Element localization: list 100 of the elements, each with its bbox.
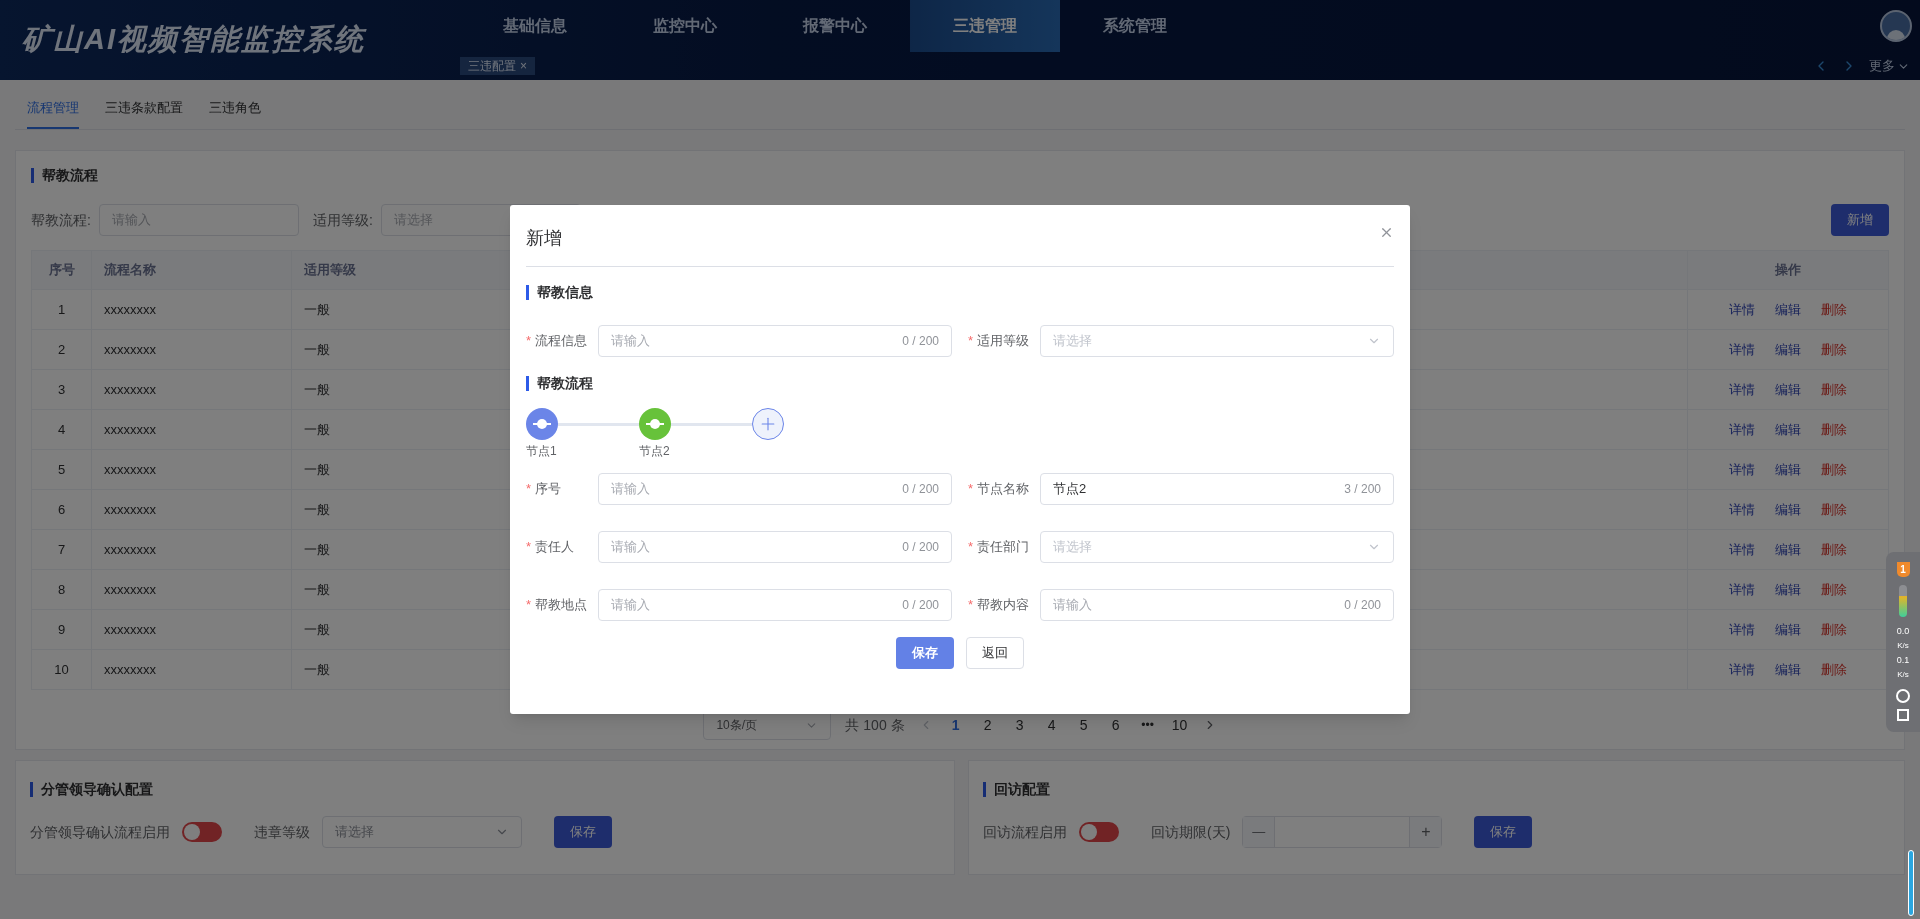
field-label: 流程信息 xyxy=(535,332,588,351)
action-link[interactable]: 详情 xyxy=(1729,459,1755,480)
action-link[interactable]: 编辑 xyxy=(1775,339,1801,360)
column-header: 序号 xyxy=(32,251,92,289)
action-link[interactable]: 编辑 xyxy=(1775,299,1801,320)
select-field[interactable]: 请选择 xyxy=(1040,531,1394,563)
input-field[interactable]: 请输入 0 / 200 xyxy=(598,589,952,621)
input-field[interactable]: 请输入 0 / 200 xyxy=(598,473,952,505)
nav-tab[interactable]: 系统管理 xyxy=(1060,0,1210,52)
close-icon[interactable] xyxy=(1379,225,1394,240)
table-cell: xxxxxxxx xyxy=(92,410,292,449)
delete-link[interactable]: 删除 xyxy=(1821,379,1847,400)
speed-unit: K/s xyxy=(1897,671,1909,679)
table-cell: xxxxxxxx xyxy=(92,490,292,529)
toggle-switch[interactable] xyxy=(182,822,222,842)
action-link[interactable]: 编辑 xyxy=(1775,379,1801,400)
more-pages[interactable]: ••• xyxy=(1138,716,1157,734)
action-link[interactable]: 编辑 xyxy=(1775,419,1801,440)
input-field[interactable]: 请输入 0 / 200 xyxy=(598,531,952,563)
delete-link[interactable]: 删除 xyxy=(1821,619,1847,640)
delete-link[interactable]: 删除 xyxy=(1821,419,1847,440)
table-cell: xxxxxxxx xyxy=(92,290,292,329)
select-placeholder: 请选择 xyxy=(1053,332,1092,351)
action-link[interactable]: 详情 xyxy=(1729,619,1755,640)
filter-label: 帮教流程: xyxy=(31,210,91,230)
column-header: 流程名称 xyxy=(92,251,292,289)
page-tab[interactable]: 三违角色 xyxy=(209,97,261,129)
action-link[interactable]: 详情 xyxy=(1729,299,1755,320)
save-button[interactable]: 保存 xyxy=(1474,816,1533,848)
column-header: 操作 xyxy=(1774,261,1802,280)
total-count: 共 100 条 xyxy=(845,715,905,735)
back-button[interactable]: 返回 xyxy=(966,637,1024,669)
action-link[interactable]: 编辑 xyxy=(1775,459,1801,480)
page-number[interactable]: 5 xyxy=(1074,714,1093,736)
switch-label: 分管领导确认流程启用 xyxy=(30,822,170,842)
input-field[interactable]: 请输入 0 / 200 xyxy=(1040,589,1394,621)
speed-unit: K/s xyxy=(1897,642,1909,650)
action-link[interactable]: 编辑 xyxy=(1775,659,1801,680)
action-link[interactable]: 编辑 xyxy=(1775,499,1801,520)
delete-link[interactable]: 删除 xyxy=(1821,299,1847,320)
switch-label: 回访流程启用 xyxy=(983,822,1067,842)
avatar-icon[interactable] xyxy=(1880,10,1912,42)
step-node-icon[interactable] xyxy=(639,408,671,440)
input-field[interactable]: 节点2 3 / 200 xyxy=(1040,473,1394,505)
section-title: 帮教流程 xyxy=(42,166,98,185)
delete-link[interactable]: 删除 xyxy=(1821,339,1847,360)
nav-tab[interactable]: 基础信息 xyxy=(460,0,610,52)
table-cell: 2 xyxy=(32,330,92,369)
delete-link[interactable]: 删除 xyxy=(1821,459,1847,480)
action-link[interactable]: 编辑 xyxy=(1775,579,1801,600)
add-button[interactable]: 新增 xyxy=(1831,204,1889,236)
filter-label: 适用等级: xyxy=(312,210,373,230)
delete-link[interactable]: 删除 xyxy=(1821,499,1847,520)
upload-speed: 0.0 xyxy=(1896,627,1910,636)
nav-tab[interactable]: 三违管理 xyxy=(910,0,1060,52)
page-tab[interactable]: 流程管理 xyxy=(27,97,79,129)
add-step-icon[interactable] xyxy=(752,408,784,440)
more-menu[interactable]: 更多 xyxy=(1869,56,1910,76)
table-cell: 9 xyxy=(32,610,92,649)
action-link[interactable]: 详情 xyxy=(1729,379,1755,400)
action-link[interactable]: 详情 xyxy=(1729,539,1755,560)
action-link[interactable]: 详情 xyxy=(1729,659,1755,680)
step-node-icon[interactable] xyxy=(526,408,558,440)
page-tab[interactable]: 三违条款配置 xyxy=(105,97,183,129)
delete-link[interactable]: 删除 xyxy=(1821,539,1847,560)
action-link[interactable]: 详情 xyxy=(1729,339,1755,360)
page-number[interactable]: 3 xyxy=(1010,714,1029,736)
save-button[interactable]: 保存 xyxy=(554,816,612,848)
page-tag[interactable]: 三违配置 × xyxy=(460,57,535,75)
delete-link[interactable]: 删除 xyxy=(1821,659,1847,680)
action-link[interactable]: 详情 xyxy=(1729,419,1755,440)
required-mark: * xyxy=(526,332,532,351)
char-counter: 0 / 200 xyxy=(902,333,939,350)
page-number[interactable]: 6 xyxy=(1106,714,1125,736)
input-field[interactable]: 请输入 0 / 200 xyxy=(598,325,952,357)
download-speed: 0.1 xyxy=(1896,656,1910,665)
select-field[interactable]: 请选择 xyxy=(1040,325,1394,357)
badge-icon: 1 xyxy=(1896,562,1910,577)
save-button[interactable]: 保存 xyxy=(896,637,954,669)
table-cell: xxxxxxxx xyxy=(92,610,292,649)
tag-label: 三违配置 xyxy=(468,58,516,75)
action-link[interactable]: 编辑 xyxy=(1775,619,1801,640)
page-number[interactable]: 10 xyxy=(1170,714,1189,736)
action-link[interactable]: 详情 xyxy=(1729,579,1755,600)
table-cell: xxxxxxxx xyxy=(92,530,292,569)
delete-link[interactable]: 删除 xyxy=(1821,579,1847,600)
tag-close[interactable]: × xyxy=(520,57,527,75)
thermometer-icon xyxy=(1908,850,1914,916)
table-cell: xxxxxxxx xyxy=(92,330,292,369)
nav-tab[interactable]: 监控中心 xyxy=(610,0,760,52)
table-cell: xxxxxxxx xyxy=(92,370,292,409)
action-link[interactable]: 编辑 xyxy=(1775,539,1801,560)
number-label: 回访期限(天) xyxy=(1151,822,1231,842)
nav-tab[interactable]: 报警中心 xyxy=(760,0,910,52)
page-number[interactable]: 1 xyxy=(946,714,965,736)
page-number[interactable]: 2 xyxy=(978,714,997,736)
toggle-switch[interactable] xyxy=(1079,822,1119,842)
page-number[interactable]: 4 xyxy=(1042,714,1061,736)
action-link[interactable]: 详情 xyxy=(1729,499,1755,520)
table-cell: 4 xyxy=(32,410,92,449)
